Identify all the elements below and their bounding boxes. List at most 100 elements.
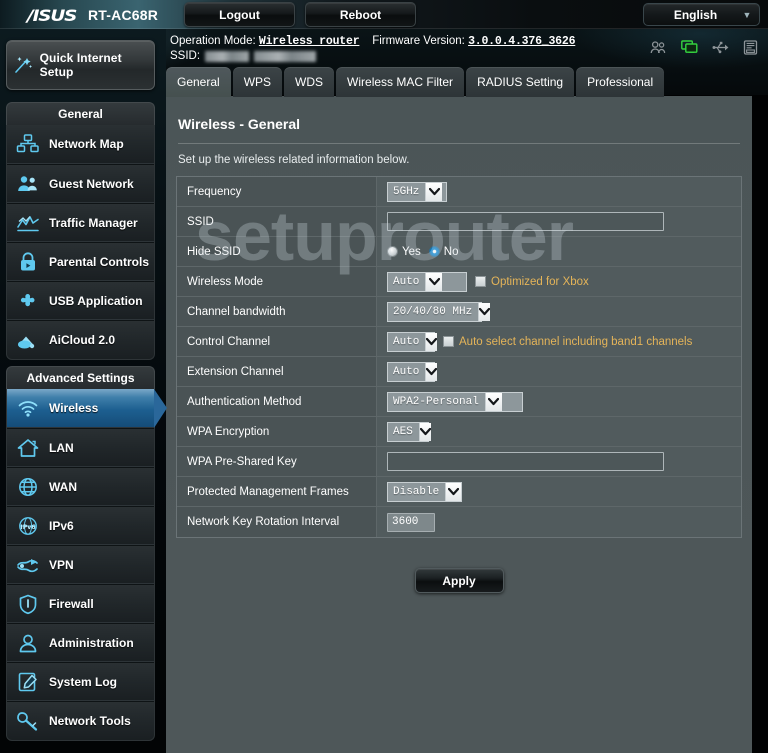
guest-network-icon [7, 173, 49, 195]
sidebar-item-firewall[interactable]: Firewall [7, 584, 154, 623]
firmware-version-value[interactable]: 3.0.0.4.376_3626 [468, 35, 575, 48]
sidebar-item-network-tools[interactable]: Network Tools [7, 701, 154, 740]
chevron-down-icon [425, 362, 438, 381]
authentication-method-select[interactable]: WPA2-Personal [387, 391, 523, 412]
network-clients-icon[interactable] [681, 40, 698, 55]
channel-bandwidth-select[interactable]: 20/40/80 MHz [387, 301, 491, 322]
tab-professional[interactable]: Professional [576, 67, 665, 97]
sidebar-item-label: LAN [49, 440, 74, 455]
extension-channel-select[interactable]: Auto [387, 361, 438, 382]
apply-button[interactable]: Apply [414, 568, 504, 593]
tab-general[interactable]: General [166, 67, 231, 97]
sidebar-item-label: Firewall [49, 596, 94, 611]
sidebar-item-label: Administration [49, 635, 134, 650]
sidebar-item-label: IPv6 [49, 518, 74, 533]
logout-button[interactable]: Logout [184, 2, 295, 27]
header-ssid-line: SSID: [170, 50, 317, 62]
extension-channel-value: Auto [393, 365, 420, 378]
authentication-method-label: Authentication Method [177, 387, 377, 416]
control-channel-value: Auto [393, 335, 420, 348]
router-model-name: RT-AC68R [88, 7, 159, 23]
sidebar-item-lan[interactable]: LAN [7, 428, 154, 467]
chevron-down-icon [425, 332, 438, 351]
chevron-down-icon [445, 482, 461, 501]
tab-wireless-mac-filter[interactable]: Wireless MAC Filter [336, 67, 465, 97]
optimized-for-xbox-checkbox[interactable]: Optimized for Xbox [475, 276, 589, 288]
sidebar: Quick Internet Setup General Network Map… [0, 29, 167, 753]
vpn-icon [7, 554, 49, 576]
form-row-frequency: Frequency 5GHz [177, 177, 741, 207]
sidebar-item-parental-controls[interactable]: Parental Controls [7, 242, 154, 281]
sidebar-item-wan[interactable]: WAN [7, 467, 154, 506]
operation-mode-value[interactable]: Wireless router [259, 35, 360, 48]
auto-select-band1-label: Auto select channel including band1 chan… [459, 335, 693, 348]
channel-bandwidth-value: 20/40/80 MHz [393, 305, 473, 318]
printer-icon[interactable] [743, 40, 758, 55]
tab-wps[interactable]: WPS [232, 67, 283, 97]
sidebar-item-wireless[interactable]: Wireless [7, 389, 167, 428]
operation-mode-label: Operation Mode: [170, 35, 256, 47]
content-area: Wireless - General Set up the wireless r… [166, 96, 752, 753]
form-row-wpa-psk: WPA Pre-Shared Key [177, 447, 741, 477]
parental-controls-icon [7, 251, 49, 273]
quick-internet-setup-button[interactable]: Quick Internet Setup [6, 40, 155, 90]
frequency-select[interactable]: 5GHz [387, 181, 447, 202]
title-divider [178, 143, 740, 144]
reboot-button[interactable]: Reboot [305, 2, 416, 27]
sidebar-item-label: Wireless [49, 401, 99, 415]
header-ssid-value-redacted [205, 50, 250, 62]
usb-icon[interactable] [712, 40, 729, 55]
tab-wds[interactable]: WDS [284, 67, 335, 97]
operation-mode-line: Operation Mode: Wireless router Firmware… [170, 35, 575, 48]
form-row-channel-bandwidth: Channel bandwidth 20/40/80 MHz [177, 297, 741, 327]
sidebar-item-label: Guest Network [49, 176, 134, 191]
sidebar-item-usb-application[interactable]: USB Application [7, 281, 154, 320]
frequency-value: 5GHz [393, 185, 420, 198]
hide-ssid-radio-yes[interactable]: Yes [387, 246, 421, 258]
network-tools-icon [7, 710, 49, 732]
sidebar-item-traffic-manager[interactable]: Traffic Manager [7, 203, 154, 242]
radio-no-dot [428, 246, 440, 257]
sidebar-item-network-map[interactable]: Network Map [7, 125, 154, 164]
wpa-psk-input[interactable] [387, 452, 664, 471]
sidebar-item-ipv6[interactable]: IPv6 IPv6 [7, 506, 154, 545]
sidebar-item-aicloud[interactable]: AiCloud 2.0 [7, 320, 154, 359]
nav-group-general: General Network Map Guest Network Traffi… [6, 102, 155, 360]
tab-radius-setting[interactable]: RADIUS Setting [466, 67, 575, 97]
form-row-ssid: SSID [177, 207, 741, 237]
lan-icon [7, 437, 49, 459]
ssid-input[interactable] [387, 212, 664, 231]
channel-bandwidth-label: Channel bandwidth [177, 297, 377, 326]
traffic-manager-icon [7, 212, 49, 234]
hide-ssid-radio-no[interactable]: No [428, 246, 458, 258]
form-row-authentication-method: Authentication Method WPA2-Personal [177, 387, 741, 417]
auto-select-band1-checkbox[interactable]: Auto select channel including band1 chan… [443, 336, 692, 348]
chevron-down-icon [425, 182, 443, 201]
nav-group-general-list: Network Map Guest Network Traffic Manage… [6, 125, 155, 360]
chevron-down-icon [478, 302, 491, 321]
wireless-general-form: Frequency 5GHz SSID Hide SSID Yes No Wir… [176, 176, 742, 538]
language-selector[interactable]: English ▼ [643, 3, 760, 26]
sidebar-item-label: Network Tools [49, 714, 131, 728]
checkbox-box [475, 276, 486, 287]
sidebar-item-system-log[interactable]: System Log [7, 662, 154, 701]
ssid-label: SSID [177, 207, 377, 236]
svg-text:IPv6: IPv6 [20, 524, 35, 531]
apply-button-row: Apply [166, 568, 752, 593]
control-channel-select[interactable]: Auto [387, 331, 438, 352]
wpa-encryption-value: AES [393, 425, 413, 438]
pmf-select[interactable]: Disable [387, 481, 462, 502]
sidebar-item-vpn[interactable]: VPN [7, 545, 154, 584]
wireless-mode-select[interactable]: Auto [387, 271, 467, 292]
control-channel-label: Control Channel [177, 327, 377, 356]
key-rotation-input[interactable] [387, 512, 435, 532]
guest-users-icon[interactable] [650, 40, 667, 55]
sidebar-item-label: Parental Controls [49, 254, 150, 269]
sidebar-item-administration[interactable]: Administration [7, 623, 154, 662]
sidebar-item-label: USB Application [49, 293, 143, 308]
chevron-down-icon [484, 392, 502, 411]
sidebar-item-guest-network[interactable]: Guest Network [7, 164, 154, 203]
wpa-encryption-select[interactable]: AES [387, 421, 431, 442]
authentication-method-value: WPA2-Personal [393, 395, 479, 408]
checkbox-box [443, 336, 454, 347]
